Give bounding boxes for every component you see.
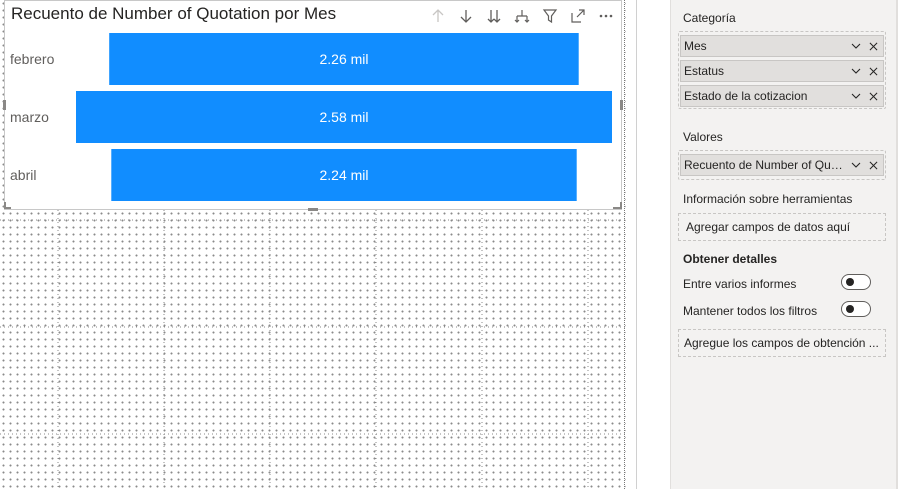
resize-handle-bottom-right-v[interactable] (620, 202, 622, 209)
expand-hierarchy-icon[interactable] (511, 5, 533, 27)
chevron-down-icon[interactable] (849, 39, 863, 53)
funnel-visual[interactable]: Recuento de Number of Quotation por Mes … (4, 0, 622, 210)
tooltips-drop-zone[interactable]: Agregar campos de datos aquí (678, 213, 886, 241)
data-label: 2.58 mil (319, 109, 368, 125)
field-estado-cotizacion[interactable]: Estado de la cotizacion (680, 85, 884, 107)
chevron-down-icon[interactable] (849, 89, 863, 103)
field-estatus[interactable]: Estatus (680, 60, 884, 82)
cross-report-row: Entre varios informes (683, 274, 873, 291)
categoria-label: Categoría (683, 11, 736, 25)
collapsed-pane-area (637, 0, 670, 489)
resize-handle-bottom-left[interactable] (4, 202, 6, 209)
chevron-down-icon[interactable] (849, 158, 863, 172)
field-recuento[interactable]: Recuento de Number of Quot... (680, 154, 884, 176)
double-arrow-down-icon[interactable] (483, 5, 505, 27)
toggle-knob (846, 278, 854, 286)
field-name: Mes (684, 39, 707, 53)
category-label: abril (10, 167, 36, 183)
canvas-gutter (626, 0, 636, 489)
keep-filters-label: Mantener todos los filtros (683, 304, 818, 318)
cross-report-label: Entre varios informes (683, 277, 797, 291)
arrow-up-icon[interactable] (427, 5, 449, 27)
keep-filters-row: Mantener todos los filtros (683, 301, 873, 318)
focus-mode-icon[interactable] (567, 5, 589, 27)
funnel-chart: 2.26 mil febrero 2.58 mil marzo 2.24 mil abri… (10, 33, 612, 201)
filter-icon[interactable] (539, 5, 561, 27)
data-label: 2.26 mil (319, 51, 368, 67)
chevron-down-icon[interactable] (849, 64, 863, 78)
category-label: marzo (10, 109, 49, 125)
data-label: 2.24 mil (319, 167, 368, 183)
valores-label: Valores (683, 130, 723, 144)
close-icon[interactable] (866, 39, 880, 53)
visual-header-toolbar (427, 5, 617, 27)
resize-handle-bottom-center[interactable] (308, 208, 318, 211)
drillthrough-label: Obtener detalles (683, 252, 778, 266)
more-options-icon[interactable] (595, 5, 617, 27)
tooltips-label: Información sobre herramientas (683, 192, 853, 206)
drillthrough-drop-zone[interactable]: Agregue los campos de obtención ... (678, 329, 886, 357)
close-icon[interactable] (866, 64, 880, 78)
close-icon[interactable] (866, 158, 880, 172)
resize-handle-left-middle[interactable] (3, 100, 6, 110)
keep-filters-toggle[interactable] (841, 301, 871, 317)
close-icon[interactable] (866, 89, 880, 103)
category-label: febrero (10, 51, 55, 67)
field-name: Recuento de Number of Quot... (684, 158, 849, 172)
toggle-knob (846, 305, 854, 313)
field-name: Estatus (684, 64, 725, 78)
resize-handle-right-middle[interactable] (620, 100, 623, 110)
field-mes[interactable]: Mes (680, 35, 884, 57)
field-name: Estado de la cotizacion (684, 89, 808, 103)
arrow-down-icon[interactable] (455, 5, 477, 27)
cross-report-toggle[interactable] (841, 274, 871, 290)
